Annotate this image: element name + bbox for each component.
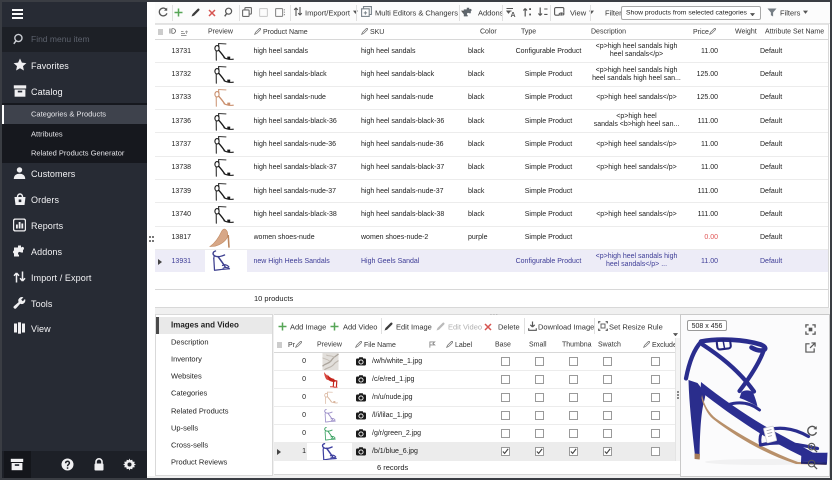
svg-text:A: A bbox=[511, 11, 516, 16]
